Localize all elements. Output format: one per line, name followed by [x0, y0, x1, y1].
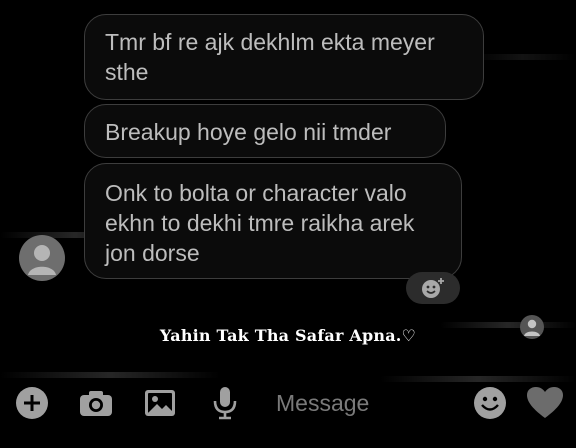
add-button[interactable] — [14, 385, 50, 421]
like-button[interactable] — [526, 385, 564, 421]
caption-text: Yahin Tak Tha Safar Apna.♡ — [159, 326, 417, 345]
camera-button[interactable] — [78, 385, 114, 421]
smiley-icon — [474, 387, 506, 419]
background-streak — [0, 372, 220, 378]
image-icon — [145, 390, 175, 416]
seen-avatar — [520, 315, 544, 339]
message-bubble[interactable]: Onk to bolta or character valo ekhn to d… — [84, 163, 462, 279]
voice-button[interactable] — [210, 385, 240, 421]
person-icon — [28, 245, 56, 275]
plus-icon — [16, 387, 48, 419]
emoji-button[interactable] — [472, 385, 508, 421]
camera-icon — [80, 391, 112, 416]
message-text: Tmr bf re ajk dekhlm ekta meyer sthe — [105, 29, 435, 85]
smiley-plus-icon — [422, 278, 444, 298]
microphone-icon — [213, 387, 237, 420]
background-streak — [470, 54, 576, 60]
background-streak — [380, 376, 576, 382]
sender-avatar[interactable] — [19, 235, 65, 281]
message-input[interactable] — [276, 388, 456, 418]
gallery-button[interactable] — [143, 385, 177, 421]
message-bubble[interactable]: Breakup hoye gelo nii tmder — [84, 104, 446, 158]
add-reaction-button[interactable] — [406, 272, 460, 304]
message-text: Onk to bolta or character valo ekhn to d… — [105, 180, 415, 266]
message-text: Breakup hoye gelo nii tmder — [105, 119, 392, 145]
message-bubble[interactable]: Tmr bf re ajk dekhlm ekta meyer sthe — [84, 14, 484, 100]
person-icon — [524, 319, 540, 336]
heart-icon — [527, 387, 563, 418]
